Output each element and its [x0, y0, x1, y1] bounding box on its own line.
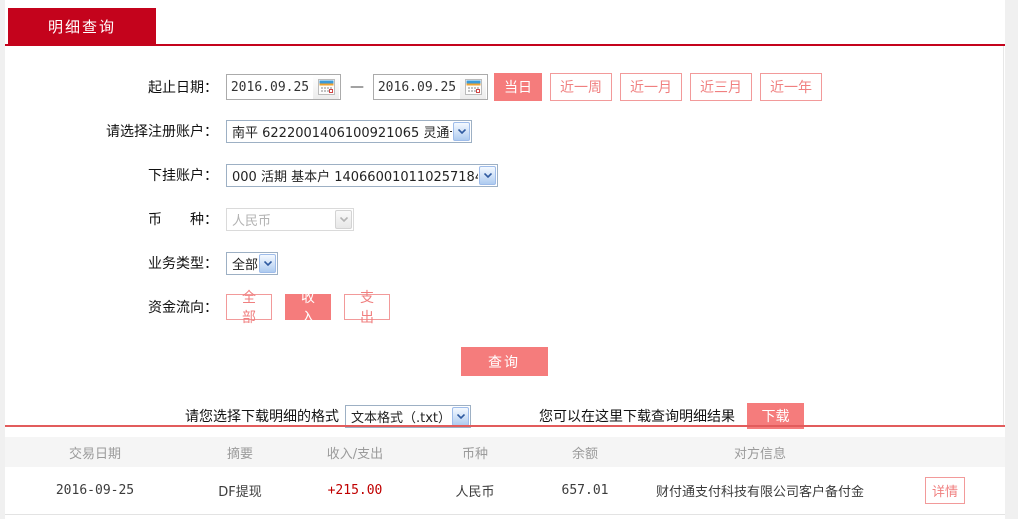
header-income-expense: 收入/支出 — [326, 446, 384, 462]
calendar-icon[interactable] — [313, 75, 339, 99]
quick-range-group: 当日 近一周 近一月 近三月 近一年 — [494, 73, 830, 101]
date-from-input[interactable] — [227, 76, 313, 98]
table-header-row: 交易日期 摘要 收入/支出 币种 余额 对方信息 — [5, 437, 1005, 467]
date-range-row: 起止日期： — — [5, 73, 1003, 101]
business-type-row: 业务类型： 全部 — [5, 249, 1003, 277]
detail-button[interactable]: 详情 — [925, 477, 965, 504]
cell-counterparty: 财付通支付科技有限公司客户备付金 — [655, 485, 864, 500]
quick-range-today-button[interactable]: 当日 — [494, 73, 542, 101]
sub-account-value: 000 活期 基本户 1406600101102571848 — [232, 169, 478, 185]
currency-select: 人民币 — [226, 207, 354, 231]
quick-range-last-week-button[interactable]: 近一周 — [550, 73, 612, 101]
register-account-value: 南平 6222001406100921065 灵通卡 — [232, 125, 452, 141]
fund-flow-income-button[interactable]: 收入 — [285, 290, 331, 326]
tab-label: 明细查询 — [47, 18, 116, 36]
business-type-value: 全部 — [232, 257, 258, 273]
query-button[interactable]: 查询 — [460, 347, 548, 376]
cell-actions: 详情 — [885, 477, 1005, 504]
currency-value: 人民币 — [232, 213, 272, 229]
header-balance: 余额 — [571, 446, 598, 462]
calendar-icon[interactable] — [460, 75, 486, 99]
quick-range-last-month-button[interactable]: 近一月 — [620, 73, 682, 101]
download-format-value: 文本格式（.txt） — [351, 410, 451, 426]
currency-row: 币 种： 人民币 — [5, 205, 1003, 233]
header-transaction-date: 交易日期 — [68, 446, 121, 462]
chevron-down-icon — [452, 406, 469, 426]
header-counterparty: 对方信息 — [733, 446, 786, 462]
header-summary: 摘要 — [226, 446, 253, 462]
fund-flow-row: 资金流向： 全部 收入 支出 — [5, 290, 1003, 326]
header-currency: 币种 — [461, 446, 488, 462]
date-range-label: 起止日期： — [148, 80, 218, 96]
business-type-label: 业务类型： — [148, 256, 218, 272]
date-to-box — [373, 74, 488, 100]
cell-amount: +215.00 — [327, 483, 383, 498]
content-panel: 明细查询 起止日期： 2016.09.25 — 2016.09.25 当日 近一… — [5, 0, 1005, 519]
cell-balance: 657.01 — [561, 483, 609, 498]
query-row: 查询 — [5, 347, 1003, 376]
chevron-down-icon — [479, 165, 496, 185]
business-type-select[interactable]: 全部 — [226, 251, 278, 275]
query-form: 起止日期： — — [5, 46, 1004, 429]
cell-transaction-date: 2016-09-25 — [55, 483, 135, 498]
sub-account-select[interactable]: 000 活期 基本户 1406600101102571848 — [226, 163, 498, 187]
date-from-box — [226, 74, 341, 100]
register-account-label: 请选择注册账户： — [106, 124, 218, 140]
date-range-dash: — — [350, 79, 364, 95]
currency-label: 币 种： — [148, 212, 218, 228]
fund-flow-label: 资金流向： — [148, 300, 218, 316]
sub-account-label: 下挂账户： — [148, 168, 218, 184]
cell-currency: 人民币 — [455, 485, 495, 500]
fund-flow-expense-button[interactable]: 支出 — [344, 290, 390, 326]
quick-range-3-months-button[interactable]: 近三月 — [690, 73, 752, 101]
table-row: 2016-09-25 DF提现 +215.00 人民币 657.01 财付通支付… — [5, 467, 1005, 515]
quick-range-last-year-button[interactable]: 近一年 — [760, 73, 822, 101]
form-bottom-divider — [5, 425, 1005, 427]
sub-account-row: 下挂账户： 000 活期 基本户 1406600101102571848 — [5, 161, 1003, 189]
tab-detail-query[interactable]: 明细查询 — [8, 8, 156, 45]
chevron-down-icon — [335, 209, 352, 229]
register-account-select[interactable]: 南平 6222001406100921065 灵通卡 — [226, 119, 472, 143]
cell-summary: DF提现 — [218, 485, 262, 500]
download-format-label: 请您选择下载明细的格式 — [185, 409, 339, 425]
download-hint: 您可以在这里下载查询明细结果 — [539, 409, 735, 425]
fund-flow-group: 全部 收入 支出 — [226, 290, 403, 326]
chevron-down-icon — [453, 121, 470, 141]
chevron-down-icon — [259, 253, 276, 273]
register-account-row: 请选择注册账户： 南平 6222001406100921065 灵通卡 — [5, 117, 1003, 145]
results-table: 交易日期 摘要 收入/支出 币种 余额 对方信息 2016-09-25 DF提现… — [5, 437, 1005, 515]
date-to-input[interactable] — [374, 76, 460, 98]
fund-flow-all-button[interactable]: 全部 — [226, 290, 272, 326]
